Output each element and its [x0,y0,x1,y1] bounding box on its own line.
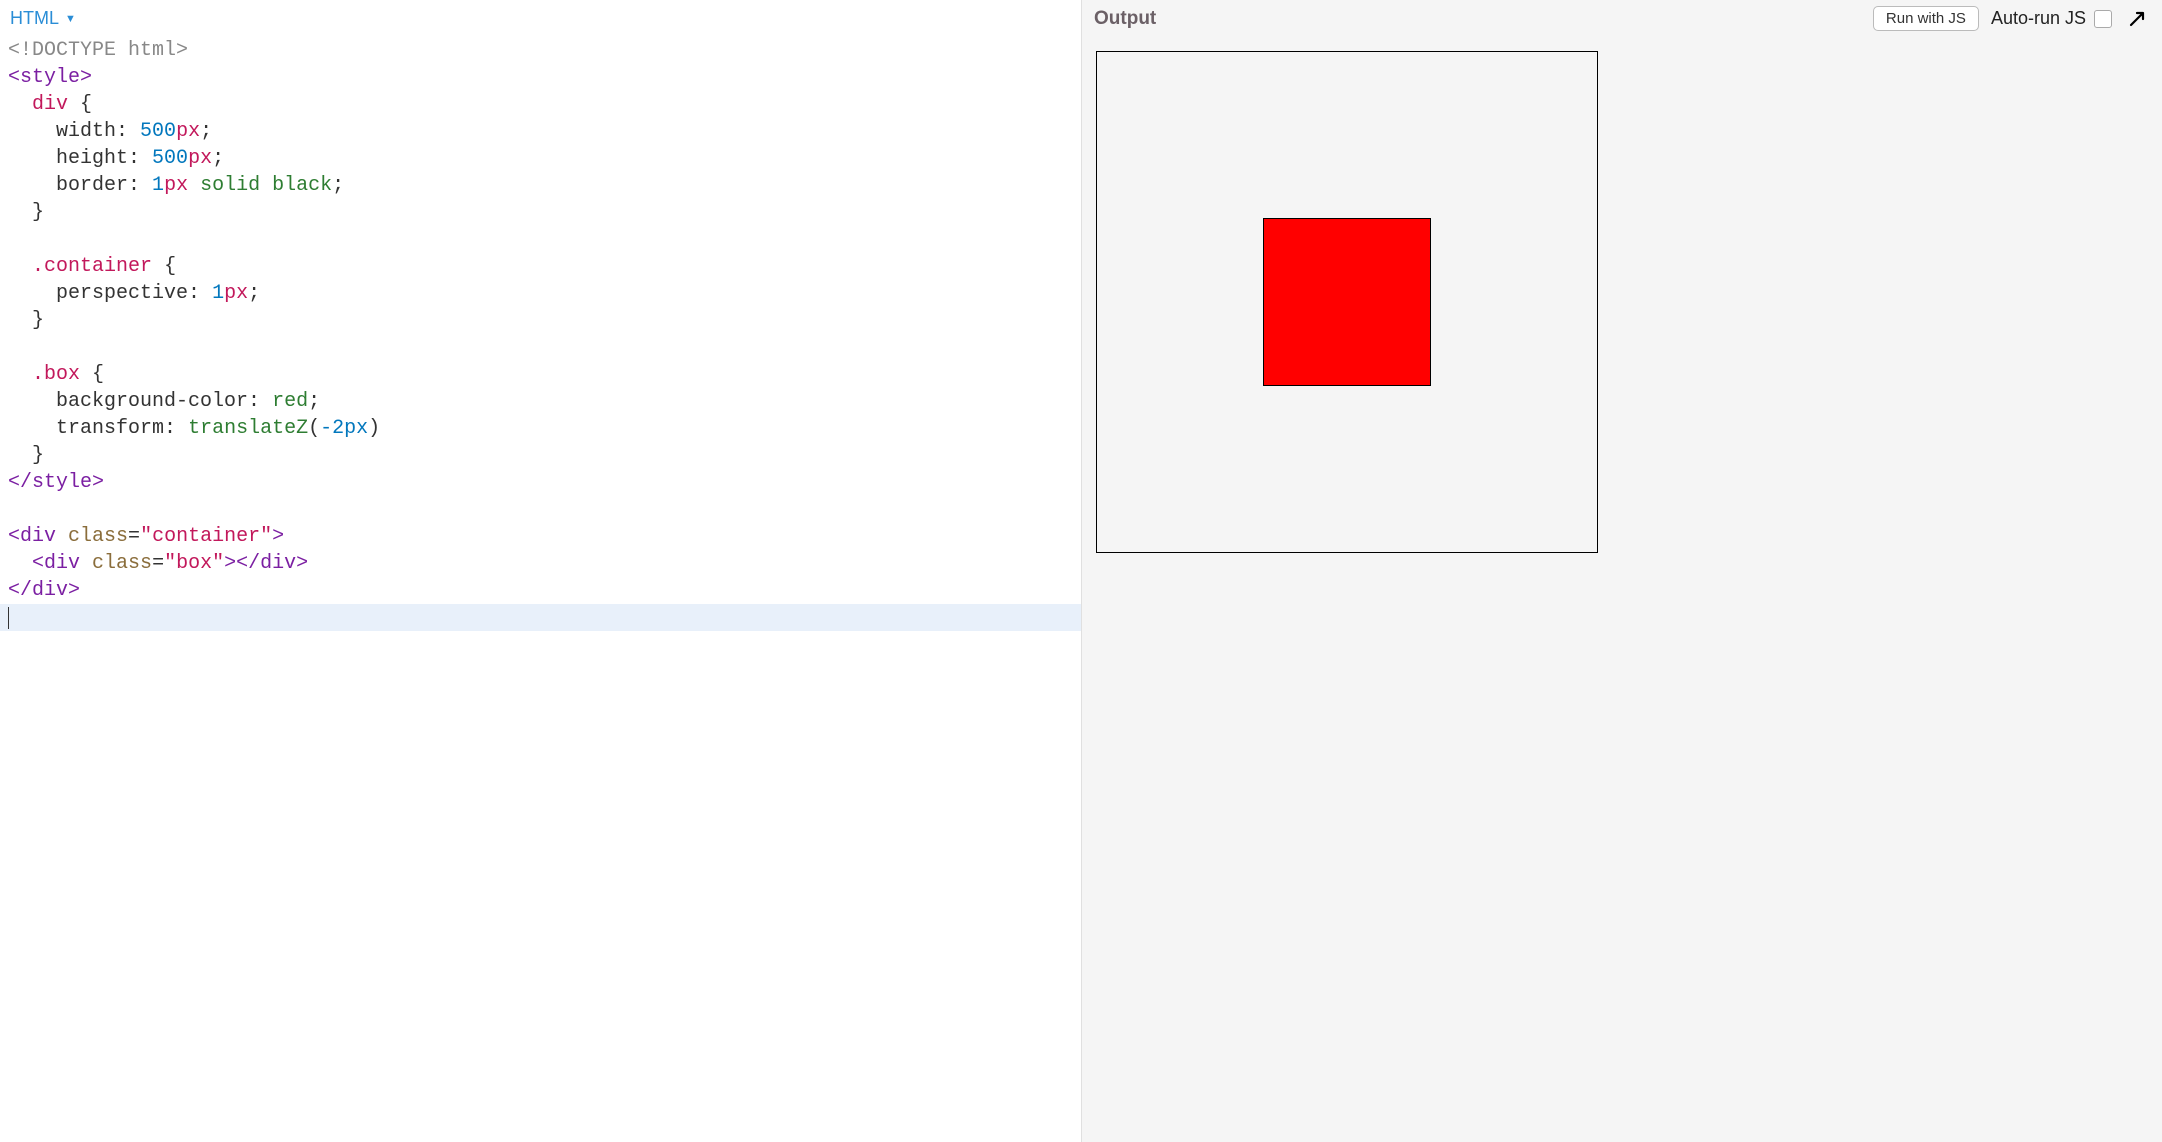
output-header: Output Run with JS Auto-run JS [1082,0,2162,37]
expand-icon[interactable] [2124,10,2150,28]
chevron-down-icon: ▼ [65,13,76,25]
output-pane: Output Run with JS Auto-run JS [1081,0,2162,1142]
output-title: Output [1094,8,1156,30]
preview-container [1096,51,1598,553]
preview-box [1263,218,1431,386]
editor-pane: HTML ▼ <!DOCTYPE html><style> div { widt… [0,0,1081,1142]
preview-area [1082,37,2162,1142]
autorun-checkbox[interactable] [2094,10,2112,28]
run-button[interactable]: Run with JS [1873,6,1979,31]
autorun-toggle[interactable]: Auto-run JS [1991,8,2112,29]
language-selector[interactable]: HTML ▼ [0,0,1081,33]
code-editor[interactable]: <!DOCTYPE html><style> div { width: 500p… [0,33,1081,1142]
autorun-label: Auto-run JS [1991,8,2086,29]
app-root: HTML ▼ <!DOCTYPE html><style> div { widt… [0,0,2162,1142]
language-label: HTML [10,8,59,29]
